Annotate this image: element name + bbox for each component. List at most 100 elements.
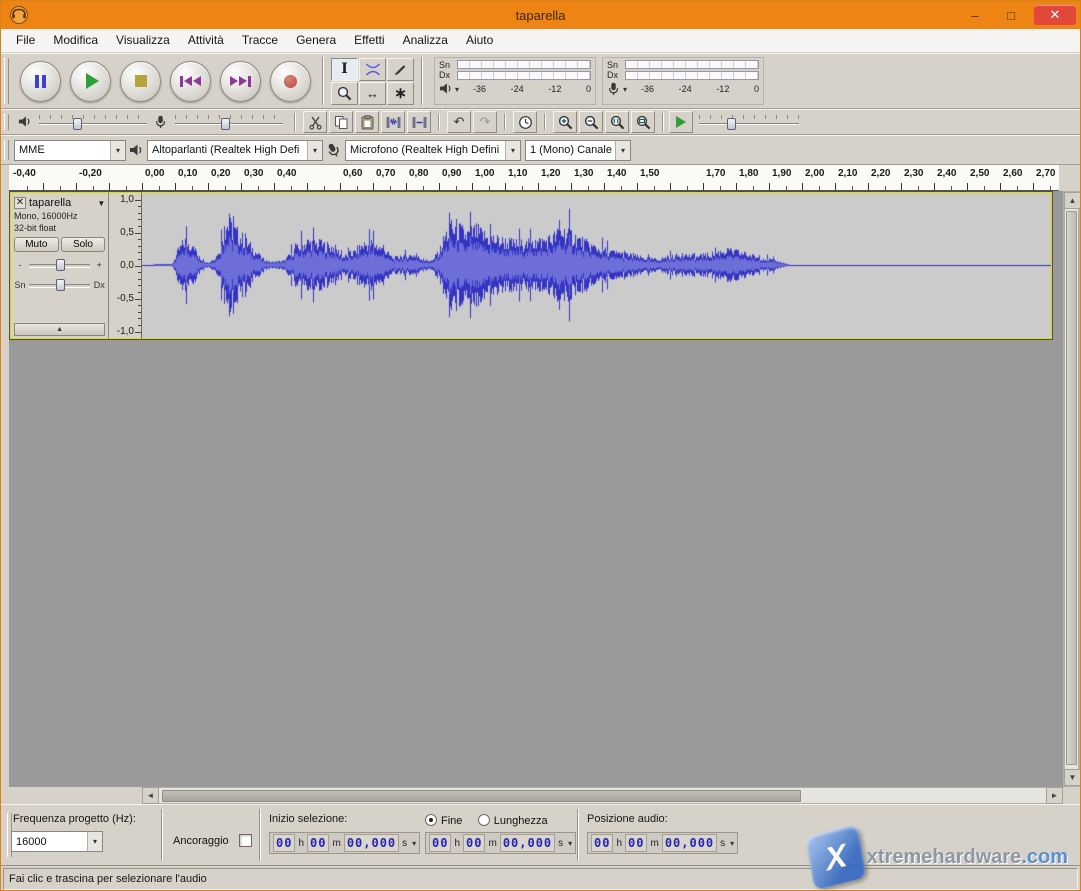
redo-button[interactable]: ↷ — [473, 111, 497, 133]
time-hours[interactable]: 00 — [429, 834, 451, 852]
scroll-left-button[interactable]: ◄ — [142, 787, 159, 804]
skip-start-button[interactable] — [170, 61, 211, 102]
input-meter[interactable]: Sn Dx ▾ -36 -24 -12 0 — [602, 57, 764, 105]
horizontal-scrollbar-thumb[interactable] — [162, 790, 801, 802]
play-at-speed-button[interactable] — [669, 111, 693, 133]
audio-position-time[interactable]: 00 h 00 m 00,000 s ▾ — [587, 832, 738, 854]
end-radio[interactable] — [425, 814, 437, 826]
stop-button[interactable] — [120, 61, 161, 102]
time-seconds[interactable]: 00,000 — [344, 834, 399, 852]
output-meter-dropdown-icon[interactable]: ▾ — [455, 85, 459, 94]
waveform[interactable] — [142, 193, 1051, 338]
vertical-scrollbar[interactable]: ▲ ▼ — [1063, 191, 1080, 787]
menu-aiuto[interactable]: Aiuto — [457, 29, 502, 52]
menu-tracce[interactable]: Tracce — [233, 29, 287, 52]
trim-button[interactable] — [381, 111, 405, 133]
menu-file[interactable]: File — [7, 29, 44, 52]
cut-button[interactable] — [303, 111, 327, 133]
zoom-in-button[interactable] — [553, 111, 577, 133]
scroll-right-button[interactable]: ► — [1046, 787, 1063, 804]
skip-end-button[interactable] — [220, 61, 261, 102]
length-radio[interactable] — [478, 814, 490, 826]
menu-visualizza[interactable]: Visualizza — [107, 29, 179, 52]
track-vertical-ruler[interactable]: 1,00,50,0-0,5-1,0 — [109, 192, 142, 339]
menu-modifica[interactable]: Modifica — [44, 29, 107, 52]
output-meter-scale: -36 -24 -12 0 — [473, 85, 591, 94]
pan-slider[interactable]: Sn Dx — [14, 277, 105, 292]
vertical-scrollbar-thumb[interactable] — [1066, 211, 1077, 765]
input-device-select[interactable]: Microfono (Realtek High Defini ▾ — [345, 140, 521, 161]
horizontal-scrollbar[interactable]: ◄ ► — [9, 787, 1063, 804]
selection-tool-button[interactable]: I — [331, 58, 358, 81]
close-button[interactable]: ✕ — [1034, 5, 1076, 25]
output-meter[interactable]: Sn Dx ▾ -36 -24 -12 0 — [434, 57, 596, 105]
snap-checkbox[interactable] — [239, 834, 252, 847]
zoom-selection-button[interactable] — [605, 111, 629, 133]
maximize-button[interactable]: □ — [998, 5, 1024, 25]
waveform-area[interactable] — [142, 192, 1052, 339]
playback-speed-slider[interactable] — [697, 114, 801, 130]
undo-button[interactable]: ↶ — [447, 111, 471, 133]
project-rate-select[interactable]: 16000 ▾ — [11, 831, 103, 852]
time-format-dropdown-icon[interactable]: ▾ — [412, 839, 416, 848]
pause-button[interactable] — [20, 61, 61, 102]
time-minutes[interactable]: 00 — [625, 834, 647, 852]
selection-start-time[interactable]: 00 h 00 m 00,000 s ▾ — [269, 832, 420, 854]
zoom-tool-button[interactable] — [331, 82, 358, 105]
input-volume-thumb[interactable] — [221, 118, 230, 130]
toolbar-grip[interactable] — [4, 114, 9, 130]
input-meter-dropdown-icon[interactable]: ▾ — [623, 85, 627, 94]
track-canvas-area[interactable]: ✕ taparella ▼ Mono, 16000Hz 32-bit float… — [9, 191, 1063, 787]
synclock-button[interactable] — [513, 111, 537, 133]
multi-tool-button[interactable]: ∗ — [387, 82, 414, 105]
output-volume-slider[interactable] — [37, 114, 149, 130]
track-close-button[interactable]: ✕ — [14, 197, 26, 209]
track-name[interactable]: taparella — [29, 197, 94, 209]
scroll-down-button[interactable]: ▼ — [1064, 769, 1081, 786]
play-button[interactable] — [70, 61, 111, 102]
audio-track[interactable]: ✕ taparella ▼ Mono, 16000Hz 32-bit float… — [9, 191, 1053, 340]
zoom-fit-button[interactable] — [631, 111, 655, 133]
paste-button[interactable] — [355, 111, 379, 133]
solo-button[interactable]: Solo — [61, 237, 106, 252]
time-format-dropdown-icon[interactable]: ▾ — [568, 839, 572, 848]
toolbar-grip[interactable] — [4, 140, 9, 160]
time-minutes[interactable]: 00 — [463, 834, 485, 852]
length-radio-label[interactable]: Lunghezza — [494, 815, 548, 827]
time-hours[interactable]: 00 — [591, 834, 613, 852]
playback-speed-thumb[interactable] — [727, 118, 736, 130]
timeline-ruler[interactable]: -0,40-0,200,000,100,200,300,400,600,700,… — [9, 165, 1059, 191]
time-hours[interactable]: 00 — [273, 834, 295, 852]
selection-end-time[interactable]: 00 h 00 m 00,000 s ▾ — [425, 832, 576, 854]
gain-slider-thumb[interactable] — [56, 259, 65, 271]
menu-effetti[interactable]: Effetti — [345, 29, 393, 52]
end-radio-label[interactable]: Fine — [441, 815, 462, 827]
silence-button[interactable] — [407, 111, 431, 133]
timeshift-tool-button[interactable]: ↔ — [359, 82, 386, 105]
menu-analizza[interactable]: Analizza — [394, 29, 457, 52]
zoom-out-button[interactable] — [579, 111, 603, 133]
gain-slider[interactable]: - + — [14, 257, 105, 272]
collapse-button[interactable]: ▲ — [14, 323, 105, 336]
copy-button[interactable] — [329, 111, 353, 133]
host-select[interactable]: MME ▾ — [14, 140, 126, 161]
track-menu-button[interactable]: ▼ — [97, 199, 105, 208]
channels-select[interactable]: 1 (Mono) Canale d ▾ — [525, 140, 631, 161]
time-seconds[interactable]: 00,000 — [500, 834, 555, 852]
toolbar-grip[interactable] — [4, 58, 9, 104]
input-volume-slider[interactable] — [173, 114, 285, 130]
pan-slider-thumb[interactable] — [56, 279, 65, 291]
mute-button[interactable]: Muto — [14, 237, 59, 252]
time-minutes[interactable]: 00 — [307, 834, 329, 852]
minimize-button[interactable]: – — [962, 5, 988, 25]
output-device-select[interactable]: Altoparlanti (Realtek High Defi ▾ — [147, 140, 323, 161]
time-seconds[interactable]: 00,000 — [662, 834, 717, 852]
envelope-tool-button[interactable] — [359, 58, 386, 81]
menu-genera[interactable]: Genera — [287, 29, 345, 52]
output-volume-thumb[interactable] — [73, 118, 82, 130]
record-button[interactable] — [270, 61, 311, 102]
draw-tool-button[interactable] — [387, 58, 414, 81]
menu-attivita[interactable]: Attività — [179, 29, 233, 52]
scroll-up-button[interactable]: ▲ — [1064, 192, 1081, 209]
time-format-dropdown-icon[interactable]: ▾ — [730, 839, 734, 848]
